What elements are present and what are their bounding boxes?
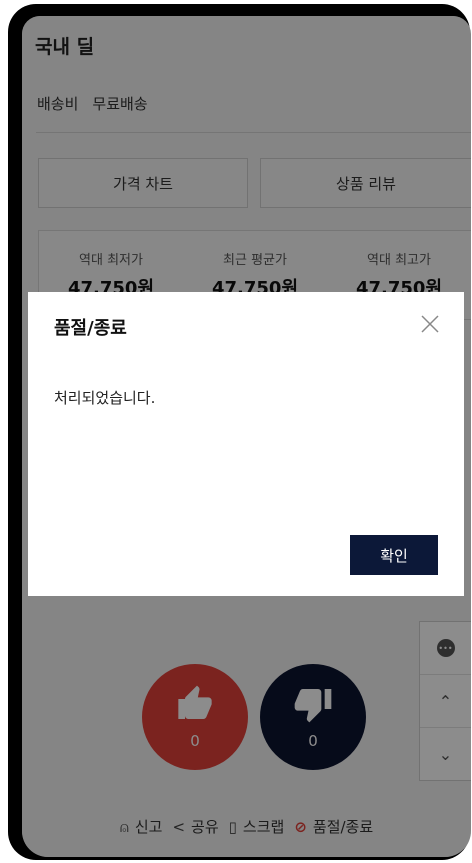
close-icon[interactable]: [420, 314, 440, 334]
dialog-message: 처리되었습니다.: [54, 389, 156, 407]
soldout-dialog: 품절/종료 처리되었습니다. 확인: [28, 292, 464, 596]
confirm-button[interactable]: 확인: [350, 535, 438, 575]
dialog-title: 품절/종료: [54, 318, 127, 339]
